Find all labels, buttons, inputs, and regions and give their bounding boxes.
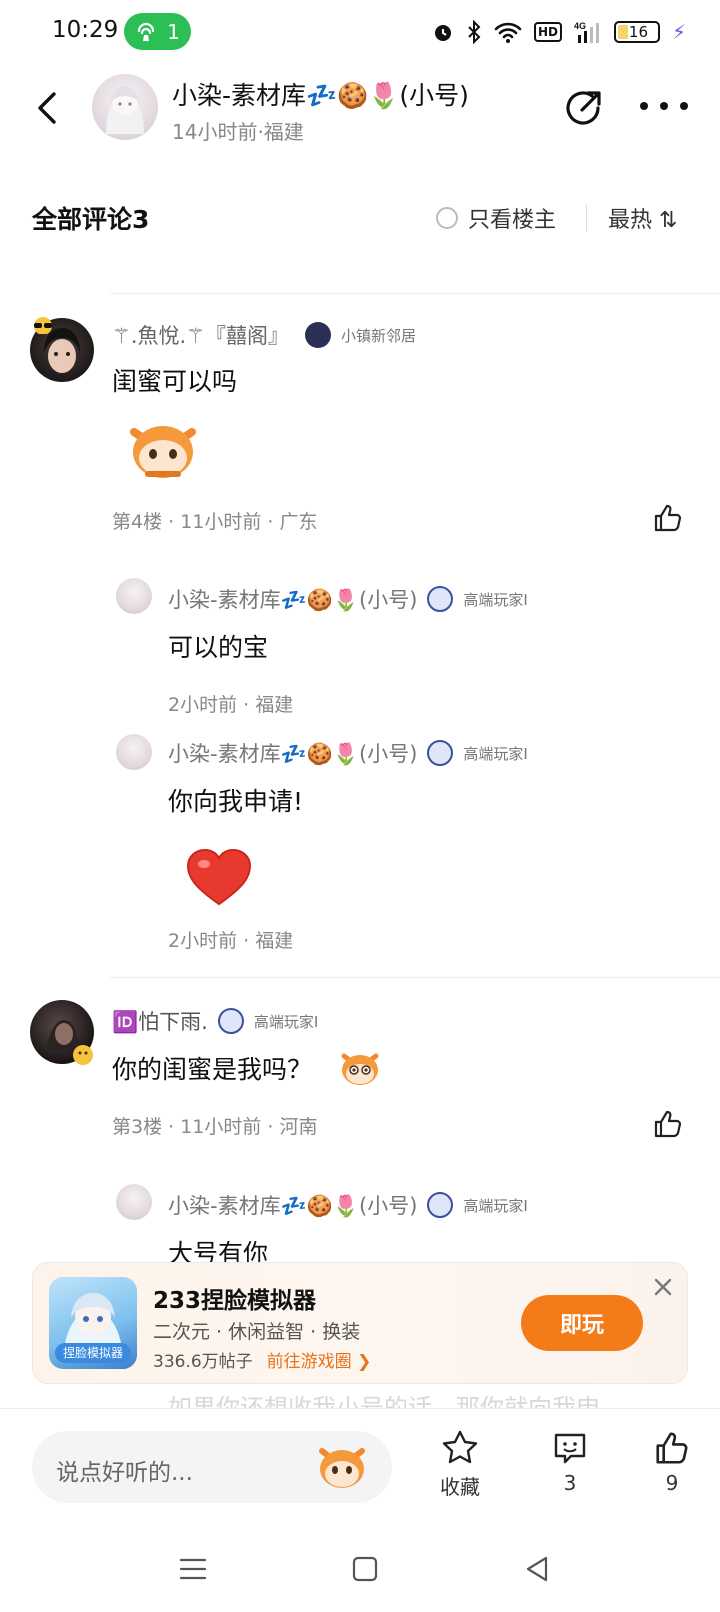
reply-author[interactable]: 小染-素材库💤🍪🌷(小号) bbox=[168, 1190, 417, 1220]
badge-icon bbox=[305, 322, 332, 348]
hotspot-icon bbox=[138, 22, 155, 41]
separator bbox=[586, 204, 587, 232]
comment-meta: 第3楼 · 11小时前 · 河南 bbox=[112, 1116, 318, 1138]
badge-icon bbox=[217, 1008, 244, 1034]
signal-icon: 4G bbox=[574, 21, 599, 43]
game-title[interactable]: 233捏脸模拟器 bbox=[153, 1281, 316, 1315]
heart-sticker-icon bbox=[186, 848, 252, 906]
status-bar: 10:29 1 HD 4G 16 ⚡ bbox=[0, 0, 720, 66]
svg-text:4G: 4G bbox=[574, 21, 586, 31]
play-now-button[interactable]: 即玩 bbox=[521, 1295, 643, 1351]
post-author-name[interactable]: 小染-素材库💤🍪🌷(小号) bbox=[172, 76, 469, 112]
reply-author-row: 小染-素材库💤🍪🌷(小号) 高端玩家Ⅰ bbox=[168, 1190, 528, 1220]
comment-input-placeholder: 说点好听的... bbox=[56, 1460, 193, 1486]
user-badge: 高端玩家Ⅰ bbox=[463, 1196, 528, 1215]
user-badge: 小镇新邻居 bbox=[341, 326, 417, 345]
sort-dropdown[interactable]: 最热 ⇅ bbox=[608, 202, 677, 234]
comments-header: 全部评论3 只看楼主 最热 ⇅ bbox=[0, 190, 720, 250]
charging-icon: ⚡ bbox=[671, 20, 686, 44]
badge-icon bbox=[427, 740, 454, 766]
comment-count: 3 bbox=[563, 1471, 577, 1495]
like-post-button[interactable]: 9 bbox=[632, 1429, 712, 1495]
wifi-icon bbox=[494, 22, 522, 43]
comment-icon bbox=[554, 1433, 586, 1464]
hotspot-pill[interactable]: 1 bbox=[124, 13, 191, 50]
menu-icon[interactable] bbox=[178, 1554, 208, 1584]
hotspot-count: 1 bbox=[167, 19, 180, 44]
close-icon[interactable] bbox=[651, 1275, 675, 1299]
back-nav-icon[interactable] bbox=[522, 1554, 552, 1584]
only-host-toggle[interactable]: 只看楼主 bbox=[436, 202, 556, 234]
emoji-picker-icon[interactable] bbox=[314, 1441, 370, 1493]
bottom-action-bar: 说点好听的... 收藏 3 9 bbox=[0, 1408, 720, 1518]
user-badge: 高端玩家Ⅰ bbox=[463, 590, 528, 609]
more-options-icon[interactable] bbox=[640, 96, 688, 116]
radio-icon bbox=[436, 207, 458, 229]
reply-text: 可以的宝 bbox=[168, 633, 269, 662]
comment-author[interactable]: 🆔怕下雨. bbox=[112, 1006, 208, 1036]
reply-author[interactable]: 小染-素材库💤🍪🌷(小号) bbox=[168, 584, 417, 614]
comment-author-row: ⚚.魚悅.⚚『囍阁』 小镇新邻居 bbox=[112, 320, 416, 350]
home-icon[interactable] bbox=[350, 1554, 380, 1584]
reply-meta: 2小时前 · 福建 bbox=[168, 694, 294, 716]
badge-icon bbox=[427, 1192, 454, 1218]
alarm-icon bbox=[434, 25, 451, 41]
comment-text: 你的闺蜜是我吗？ bbox=[112, 1055, 313, 1084]
comments-button[interactable]: 3 bbox=[530, 1429, 610, 1495]
obscured-reply-text: 如果你还想收我小号的话，那你就向我申 bbox=[168, 1394, 600, 1408]
status-time: 10:29 bbox=[52, 17, 119, 43]
thumbs-up-icon bbox=[656, 1432, 688, 1464]
sunglasses-emoji-icon bbox=[34, 317, 52, 334]
favorite-label: 收藏 bbox=[440, 1475, 480, 1499]
comment-author[interactable]: ⚚.魚悅.⚚『囍阁』 bbox=[112, 320, 289, 350]
comments-title: 全部评论3 bbox=[32, 205, 150, 234]
back-arrow-icon[interactable] bbox=[28, 88, 68, 128]
game-app-icon[interactable]: 捏脸模拟器 bbox=[49, 1277, 137, 1369]
game-stats: 336.6万帖子 前往游戏圈 ❯ bbox=[153, 1347, 371, 1372]
reply-meta: 2小时前 · 福建 bbox=[168, 930, 294, 952]
emoji-badge-icon bbox=[73, 1045, 93, 1065]
star-icon bbox=[442, 1430, 478, 1464]
badge-icon bbox=[427, 586, 454, 612]
author-avatar[interactable] bbox=[92, 74, 158, 140]
reply-author-row: 小染-素材库💤🍪🌷(小号) 高端玩家Ⅰ bbox=[168, 738, 528, 768]
like-icon[interactable] bbox=[652, 502, 684, 534]
reply-avatar[interactable] bbox=[116, 578, 152, 614]
favorite-button[interactable]: 收藏 bbox=[420, 1429, 500, 1500]
comment-text: 闺蜜可以吗 bbox=[112, 367, 238, 396]
reply-avatar[interactable] bbox=[116, 1184, 152, 1220]
hd-icon: HD bbox=[533, 22, 562, 42]
system-nav-bar bbox=[0, 1518, 720, 1612]
game-post-count: 336.6万帖子 bbox=[153, 1352, 253, 1372]
game-circle-link[interactable]: 前往游戏圈 ❯ bbox=[267, 1352, 372, 1372]
game-icon-label: 捏脸模拟器 bbox=[55, 1343, 131, 1363]
divider bbox=[110, 293, 720, 294]
divider bbox=[110, 977, 720, 978]
post-time-location: 14小时前·福建 bbox=[172, 120, 304, 144]
reply-avatar[interactable] bbox=[116, 734, 152, 770]
share-icon[interactable] bbox=[562, 84, 606, 128]
reply-author[interactable]: 小染-素材库💤🍪🌷(小号) bbox=[168, 738, 417, 768]
reply-text: 你向我申请! bbox=[168, 787, 304, 816]
battery-level: 16 bbox=[628, 23, 648, 41]
post-header: 小染-素材库💤🍪🌷(小号) 14小时前·福建 bbox=[0, 66, 720, 180]
comment-meta: 第4楼 · 11小时前 · 广东 bbox=[112, 511, 318, 533]
only-host-label: 只看楼主 bbox=[468, 208, 557, 233]
battery-icon: 16 bbox=[613, 21, 660, 43]
status-icons: HD 4G 16 ⚡ bbox=[432, 15, 686, 49]
bluetooth-icon bbox=[468, 20, 481, 44]
like-icon[interactable] bbox=[652, 1108, 684, 1140]
reply-author-row: 小染-素材库💤🍪🌷(小号) 高端玩家Ⅰ bbox=[168, 584, 528, 614]
comment-author-row: 🆔怕下雨. 高端玩家Ⅰ bbox=[112, 1006, 318, 1036]
game-ad-banner[interactable]: 捏脸模拟器 233捏脸模拟器 二次元 · 休闲益智 · 换装 336.6万帖子前… bbox=[32, 1262, 688, 1384]
like-count: 9 bbox=[665, 1471, 679, 1495]
user-badge: 高端玩家Ⅰ bbox=[253, 1012, 319, 1031]
user-badge: 高端玩家Ⅰ bbox=[463, 744, 528, 763]
game-tags: 二次元 · 休闲益智 · 换装 bbox=[153, 1321, 361, 1343]
cat-emoji-icon bbox=[341, 1053, 379, 1085]
cat-sticker-icon bbox=[130, 426, 196, 478]
comment-input[interactable]: 说点好听的... bbox=[32, 1431, 392, 1503]
